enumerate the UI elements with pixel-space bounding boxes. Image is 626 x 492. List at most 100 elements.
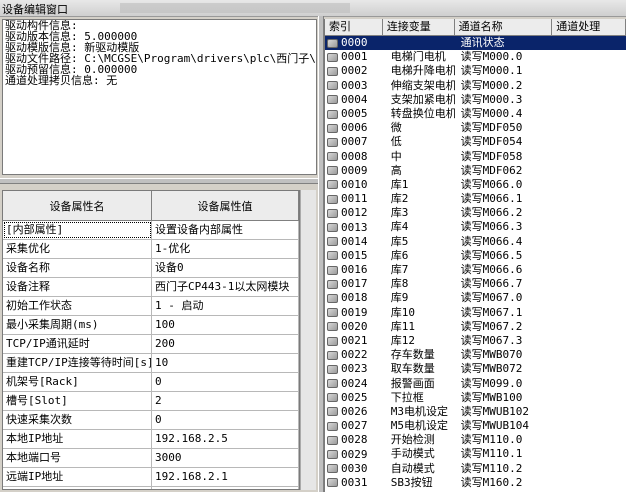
channel-row[interactable]: 0013 库4 读写M066.3	[325, 220, 626, 234]
connected-variable-cell[interactable]: M3电机设定	[383, 405, 455, 419]
channel-processing-cell[interactable]	[552, 135, 626, 149]
connected-variable-cell[interactable]: 自动模式	[383, 462, 455, 476]
column-header-property-name[interactable]: 设备属性名	[3, 191, 152, 220]
connected-variable-cell[interactable]: 中	[383, 150, 455, 164]
channel-row[interactable]: 0017 库8 读写M066.7	[325, 277, 626, 291]
connected-variable-cell[interactable]: 支架加紧电机	[383, 93, 455, 107]
channel-row[interactable]: 0020 库11 读写M067.2	[325, 320, 626, 334]
channel-processing-cell[interactable]	[552, 447, 626, 461]
connected-variable-cell[interactable]: 下拉框	[383, 391, 455, 405]
channel-processing-cell[interactable]	[552, 462, 626, 476]
channel-processing-cell[interactable]	[552, 64, 626, 78]
channel-processing-cell[interactable]	[552, 150, 626, 164]
channel-processing-cell[interactable]	[552, 121, 626, 135]
property-row[interactable]: 设备注释 西门子CP443-1以太网模块	[3, 278, 299, 297]
channel-row[interactable]: 0000 通讯状态	[325, 36, 626, 51]
channel-row[interactable]: 0009 高读写MDF062	[325, 164, 626, 178]
channel-row[interactable]: 0030 自动模式 读写M110.2	[325, 462, 626, 476]
channel-row[interactable]: 0010 库1 读写M066.0	[325, 178, 626, 192]
property-row[interactable]: 采集优化 1-优化	[3, 240, 299, 259]
channel-row[interactable]: 0022 存车数量 读写MWB070	[325, 348, 626, 362]
connected-variable-cell[interactable]: 开始检测	[383, 433, 455, 447]
channel-processing-cell[interactable]	[552, 164, 626, 178]
property-value-cell[interactable]: 西门子CP443-1以太网模块	[152, 278, 299, 296]
channel-row[interactable]: 0025 下拉框 读写MWB100	[325, 391, 626, 405]
connected-variable-cell[interactable]: 库7	[383, 263, 455, 277]
connected-variable-cell[interactable]: 存车数量	[383, 348, 455, 362]
channel-row[interactable]: 0015 库6 读写M066.5	[325, 249, 626, 263]
connected-variable-cell[interactable]: 库8	[383, 277, 455, 291]
property-value-cell[interactable]: 192.168.2.5	[152, 430, 299, 448]
channel-processing-cell[interactable]	[552, 405, 626, 419]
connected-variable-cell[interactable]: 取车数量	[383, 362, 455, 376]
property-value-cell[interactable]: 2	[152, 392, 299, 410]
connected-variable-cell[interactable]: 电梯升降电机	[383, 64, 455, 78]
property-value-cell[interactable]: 设备0	[152, 259, 299, 277]
channel-processing-cell[interactable]	[552, 36, 626, 50]
channel-processing-cell[interactable]	[552, 348, 626, 362]
channel-processing-cell[interactable]	[552, 320, 626, 334]
connected-variable-cell[interactable]: 伸缩支架电机	[383, 79, 455, 93]
property-row[interactable]: 本地IP地址 192.168.2.5	[3, 430, 299, 449]
property-row[interactable]: 机架号[Rack] 0	[3, 373, 299, 392]
connected-variable-cell[interactable]: 库9	[383, 291, 455, 305]
connected-variable-cell[interactable]: 低	[383, 135, 455, 149]
connected-variable-cell[interactable]: 手动模式	[383, 447, 455, 461]
connected-variable-cell[interactable]	[383, 36, 455, 50]
channel-processing-cell[interactable]	[552, 433, 626, 447]
property-value-cell[interactable]: 3000	[152, 449, 299, 467]
property-value-cell[interactable]: 102	[152, 487, 299, 489]
property-value-cell[interactable]: 200	[152, 335, 299, 353]
channel-row[interactable]: 0005 转盘换位电机 读写M000.4	[325, 107, 626, 121]
column-header-index[interactable]: 索引	[325, 19, 383, 35]
connected-variable-cell[interactable]: M5电机设定	[383, 419, 455, 433]
channel-row[interactable]: 0004 支架加紧电机 读写M000.3	[325, 93, 626, 107]
window-titlebar[interactable]: 设备编辑窗口	[0, 0, 626, 17]
property-row[interactable]: 设备名称 设备0	[3, 259, 299, 278]
driver-info-panel[interactable]: 驱动构件信息: 驱动版本信息: 5.000000 驱动模版信息: 新驱动模版 驱动文件…	[2, 19, 317, 175]
connected-variable-cell[interactable]: 库2	[383, 192, 455, 206]
channel-row[interactable]: 0016 库7 读写M066.6	[325, 263, 626, 277]
connected-variable-cell[interactable]: 库5	[383, 235, 455, 249]
channel-processing-cell[interactable]	[552, 107, 626, 121]
channel-processing-cell[interactable]	[552, 220, 626, 234]
channel-row[interactable]: 0002 电梯升降电机 读写M000.1	[325, 64, 626, 78]
property-value-cell[interactable]: 设置设备内部属性	[152, 221, 299, 239]
channel-processing-cell[interactable]	[552, 249, 626, 263]
channel-row[interactable]: 0011 库2 读写M066.1	[325, 192, 626, 206]
column-header-channel-processing[interactable]: 通道处理	[552, 19, 626, 35]
channel-processing-cell[interactable]	[552, 93, 626, 107]
property-row[interactable]: 远端IP地址 192.168.2.1	[3, 468, 299, 487]
channel-processing-cell[interactable]	[552, 306, 626, 320]
connected-variable-cell[interactable]: 库4	[383, 220, 455, 234]
channel-row[interactable]: 0026 M3电机设定 读写MWUB102	[325, 405, 626, 419]
property-row[interactable]: 重建TCP/IP连接等待时间[s] 10	[3, 354, 299, 373]
connected-variable-cell[interactable]: SB3按钮	[383, 476, 455, 490]
connected-variable-cell[interactable]: 报警画面	[383, 377, 455, 391]
connected-variable-cell[interactable]: 库11	[383, 320, 455, 334]
channel-processing-cell[interactable]	[552, 277, 626, 291]
property-row[interactable]: 最小采集周期(ms) 100	[3, 316, 299, 335]
channel-row[interactable]: 0003 伸缩支架电机 读写M000.2	[325, 79, 626, 93]
property-row[interactable]: 槽号[Slot] 2	[3, 392, 299, 411]
property-value-cell[interactable]: 10	[152, 354, 299, 372]
property-value-cell[interactable]: 192.168.2.1	[152, 468, 299, 486]
channel-processing-cell[interactable]	[552, 192, 626, 206]
channel-row[interactable]: 0027 M5电机设定 读写MWUB104	[325, 419, 626, 433]
property-value-cell[interactable]: 1 - 启动	[152, 297, 299, 315]
channel-processing-cell[interactable]	[552, 235, 626, 249]
column-header-property-value[interactable]: 设备属性值	[152, 191, 299, 220]
property-row[interactable]: TCP/IP通讯延时 200	[3, 335, 299, 354]
property-row[interactable]: [内部属性] 设置设备内部属性	[3, 221, 299, 240]
channel-processing-cell[interactable]	[552, 334, 626, 348]
channel-processing-cell[interactable]	[552, 263, 626, 277]
channel-row[interactable]: 0007 低读写MDF054	[325, 135, 626, 149]
channel-processing-cell[interactable]	[552, 476, 626, 490]
connected-variable-cell[interactable]: 转盘换位电机	[383, 107, 455, 121]
channel-processing-cell[interactable]	[552, 362, 626, 376]
connected-variable-cell[interactable]: 库1	[383, 178, 455, 192]
channel-processing-cell[interactable]	[552, 178, 626, 192]
channel-row[interactable]: 0031 SB3按钮 读写M160.2	[325, 476, 626, 490]
channel-row[interactable]: 0018 库9 读写M067.0	[325, 291, 626, 305]
channel-processing-cell[interactable]	[552, 377, 626, 391]
